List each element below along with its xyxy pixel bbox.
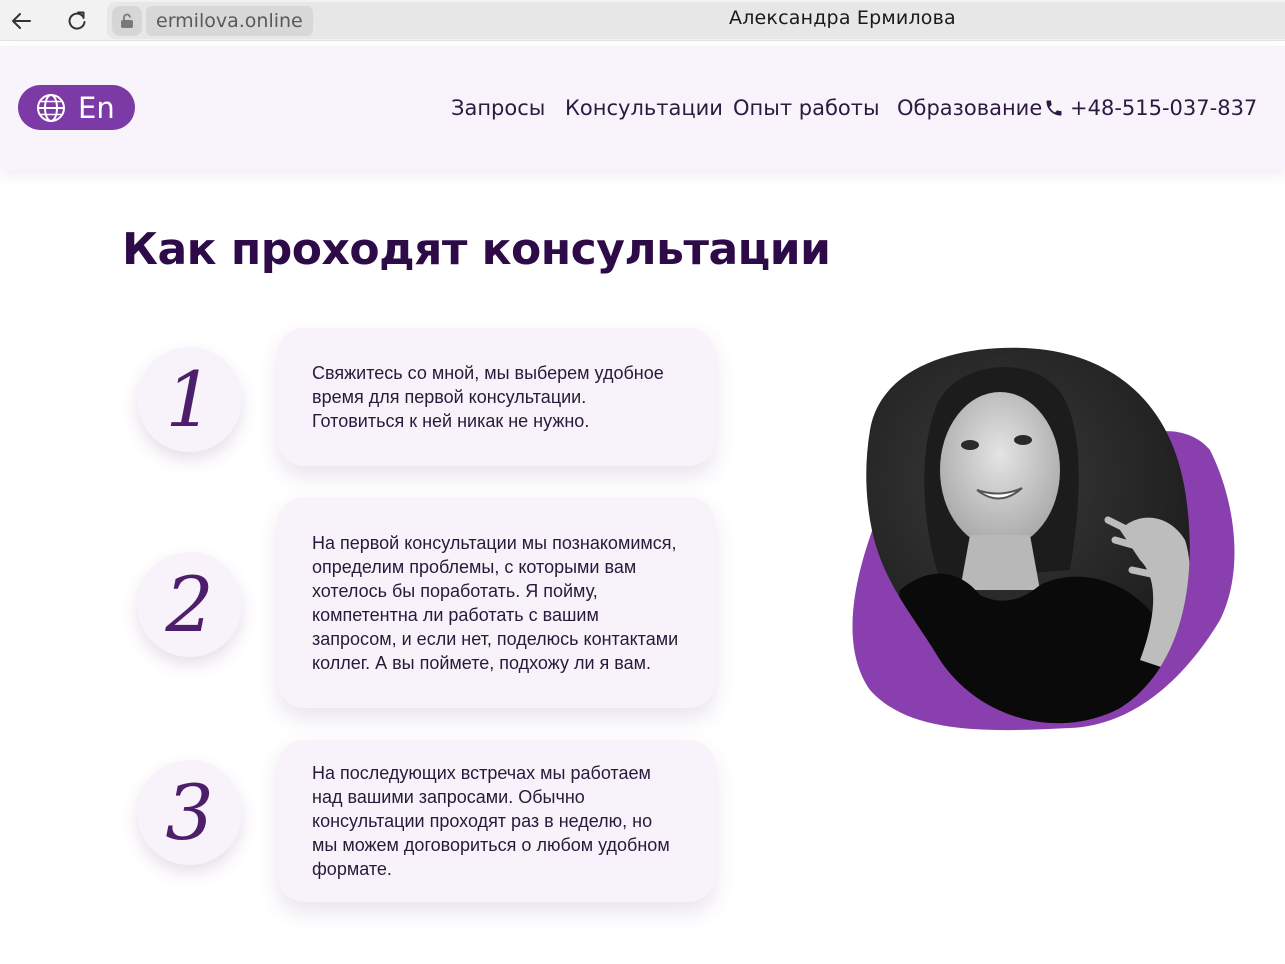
phone-icon	[1046, 100, 1062, 116]
reload-icon	[68, 11, 86, 30]
reload-button[interactable]	[62, 6, 92, 36]
arrow-left-icon	[12, 13, 31, 29]
phone-number: +48-515-037-837	[1070, 96, 1258, 120]
step-text-3: На последующих встречах мы работаем над …	[312, 763, 670, 879]
step-number-2: 2	[137, 552, 242, 657]
nav-link-experience[interactable]: Опыт работы	[733, 96, 880, 120]
step-card-1: Свяжитесь со мной, мы выберем удобное вр…	[278, 328, 715, 466]
portrait-figure	[840, 340, 1240, 740]
step-card-3: На последующих встречах мы работаем над …	[278, 740, 715, 902]
browser-toolbar: ermilova.online Александра Ермилова	[0, 0, 1285, 41]
back-button[interactable]	[6, 6, 36, 36]
phone-link[interactable]: +48-515-037-837	[1044, 96, 1257, 120]
step-text-1: Свяжитесь со мной, мы выберем удобное вр…	[312, 363, 664, 431]
language-switch-button[interactable]: En	[18, 85, 135, 130]
lock-icon	[121, 13, 133, 28]
site-header: En Запросы Консультации Опыт работы Обра…	[0, 46, 1285, 170]
step-text-2: На первой консультации мы познакомимся, …	[312, 532, 679, 673]
section-title: Как проходят консультации	[122, 224, 831, 275]
portrait-illustration	[852, 347, 1235, 731]
step-number-3: 3	[137, 760, 242, 865]
globe-icon	[37, 93, 65, 122]
language-label: En	[78, 90, 115, 125]
nav-link-requests[interactable]: Запросы	[451, 96, 545, 120]
site-info-button[interactable]	[112, 6, 142, 36]
nav-link-education[interactable]: Образование	[897, 96, 1042, 120]
url-domain[interactable]: ermilova.online	[146, 6, 313, 36]
page-title: Александра Ермилова	[729, 7, 956, 29]
nav-link-consultations[interactable]: Консультации	[565, 96, 723, 120]
step-card-2: На первой консультации мы познакомимся, …	[278, 497, 715, 708]
step-number-1: 1	[137, 347, 242, 452]
